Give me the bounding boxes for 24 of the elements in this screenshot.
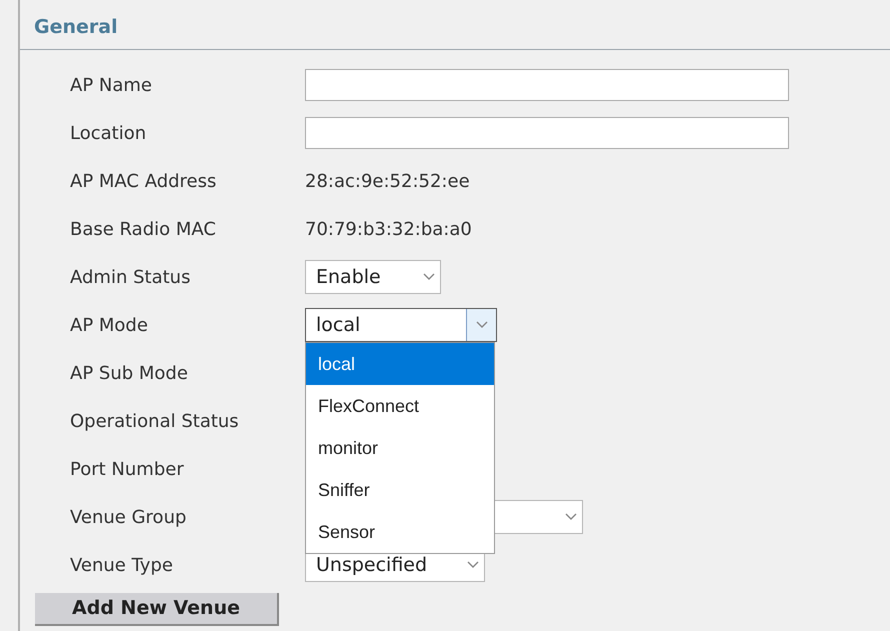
field-label: Port Number <box>69 458 185 482</box>
field-label: AP Sub Mode <box>69 362 189 386</box>
field-label: Operational Status <box>69 410 240 434</box>
field-label: Venue Type <box>69 554 174 578</box>
dropdown-option[interactable]: Sniffer <box>306 469 494 511</box>
dropdown-option[interactable]: monitor <box>306 427 494 469</box>
field-label: Location <box>69 122 148 146</box>
text-input[interactable] <box>305 69 789 101</box>
field-label: Admin Status <box>69 266 192 290</box>
dropdown-select[interactable]: local <box>305 308 497 342</box>
chevron-icon <box>466 309 496 341</box>
field-label: Venue Group <box>69 506 188 530</box>
add-venue-button[interactable]: Add New Venue <box>35 593 279 626</box>
field-label: AP Mode <box>69 314 149 338</box>
field-value: 70:79:b3:32:ba:a0 <box>305 218 472 242</box>
section-title: General <box>34 14 118 40</box>
field-label: AP MAC Address <box>69 170 218 194</box>
field-label: Base Radio MAC <box>69 218 217 242</box>
dropdown-option[interactable]: local <box>306 343 494 385</box>
field-value: 28:ac:9e:52:52:ee <box>305 170 470 194</box>
text-input[interactable] <box>305 117 789 149</box>
dropdown-select[interactable]: Enable <box>305 260 441 294</box>
dropdown-option[interactable]: FlexConnect <box>306 385 494 427</box>
field-label: AP Name <box>69 74 153 98</box>
